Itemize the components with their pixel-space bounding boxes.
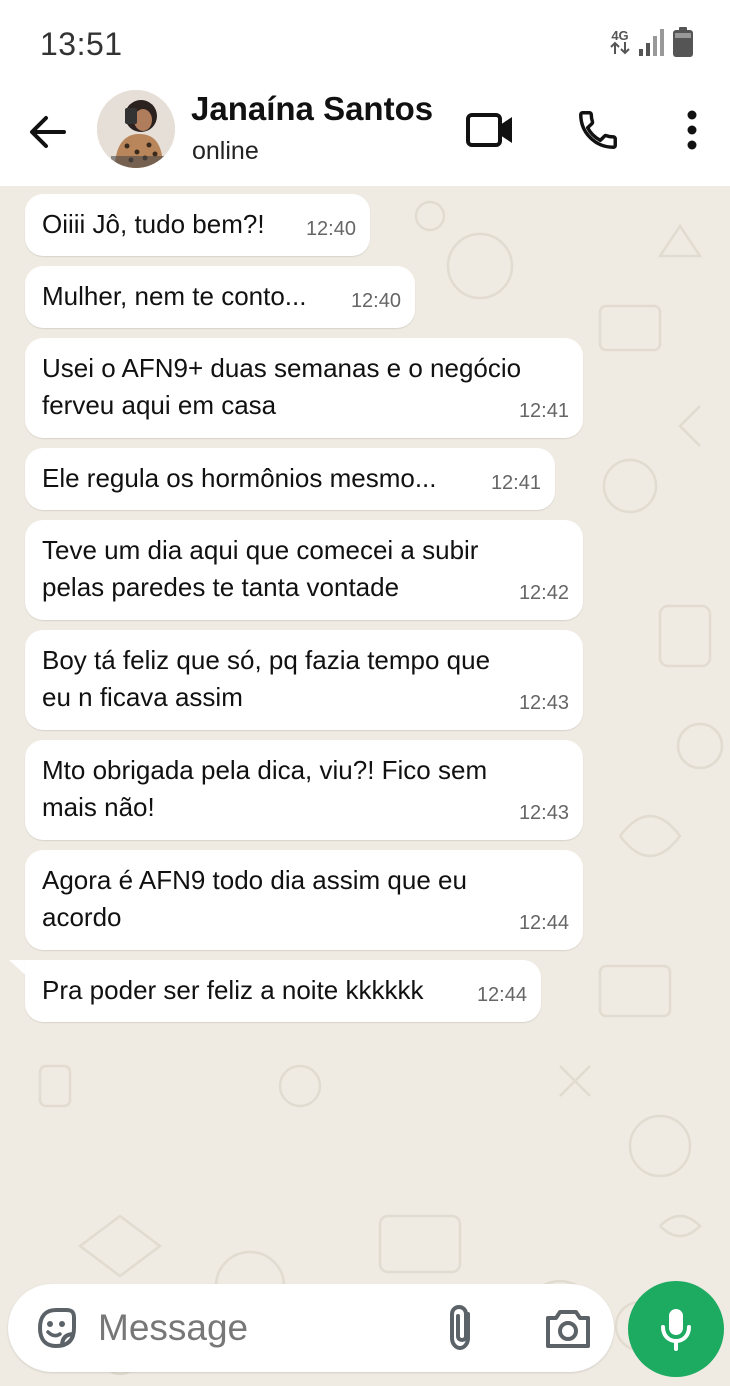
voice-call-button[interactable] bbox=[570, 102, 626, 158]
message-text: Teve um dia aqui que comecei a subir pel… bbox=[42, 535, 479, 602]
message-time: 12:41 bbox=[518, 400, 569, 422]
arrow-left-icon bbox=[30, 116, 66, 148]
chat-header: Janaína Santos online bbox=[0, 86, 730, 186]
message-bubble[interactable]: Usei o AFN9+ duas semanas e o negócio fe… bbox=[25, 338, 583, 438]
network-type-label: 4G bbox=[611, 27, 629, 43]
status-icons: 4G bbox=[610, 26, 694, 58]
message-text: Pra poder ser feliz a noite kkkkkk bbox=[42, 975, 424, 1005]
message-time: 12:40 bbox=[350, 290, 401, 312]
sticker-icon bbox=[37, 1308, 76, 1349]
back-button[interactable] bbox=[24, 108, 72, 156]
message-bubble[interactable]: Boy tá feliz que só, pq fazia tempo que … bbox=[25, 630, 583, 730]
message-time: 12:43 bbox=[518, 802, 569, 824]
message-time: 12:44 bbox=[476, 984, 527, 1006]
network-indicator: 4G bbox=[610, 27, 630, 55]
status-bar: 13:51 4G bbox=[0, 0, 730, 86]
chat-area[interactable]: Oiiii Jô, tudo bem?! 12:40 Mulher, nem t… bbox=[0, 186, 730, 1386]
message-input[interactable] bbox=[98, 1294, 418, 1362]
camera-button[interactable] bbox=[542, 1304, 594, 1352]
message-time: 12:42 bbox=[518, 582, 569, 604]
message-time: 12:40 bbox=[305, 218, 356, 240]
camera-icon bbox=[546, 1310, 590, 1348]
message-bubble[interactable]: Pra poder ser feliz a noite kkkkkk 12:44 bbox=[25, 960, 541, 1022]
sticker-button[interactable] bbox=[32, 1304, 80, 1352]
message-bubble[interactable]: Mulher, nem te conto... 12:40 bbox=[25, 266, 415, 328]
message-bubble[interactable]: Teve um dia aqui que comecei a subir pel… bbox=[25, 520, 583, 620]
more-vert-icon bbox=[687, 110, 697, 150]
message-text: Boy tá feliz que só, pq fazia tempo que … bbox=[42, 645, 491, 712]
phone-icon bbox=[579, 111, 617, 149]
avatar-photo bbox=[97, 90, 175, 168]
battery-icon bbox=[673, 27, 693, 57]
message-bubble[interactable]: Ele regula os hormônios mesmo... 12:41 bbox=[25, 448, 555, 510]
message-time: 12:41 bbox=[490, 472, 541, 494]
message-text: Mto obrigada pela dica, viu?! Fico sem m… bbox=[42, 755, 488, 822]
voice-message-button[interactable] bbox=[628, 1281, 724, 1377]
more-options-button[interactable] bbox=[664, 102, 720, 158]
message-text: Agora é AFN9 todo dia assim que eu acord… bbox=[42, 865, 467, 932]
contact-name[interactable]: Janaína Santos bbox=[191, 90, 433, 128]
signal-icon bbox=[639, 29, 664, 56]
contact-avatar[interactable] bbox=[97, 90, 175, 168]
message-text: Ele regula os hormônios mesmo... bbox=[42, 463, 437, 493]
message-bubble[interactable]: Agora é AFN9 todo dia assim que eu acord… bbox=[25, 850, 583, 950]
data-arrows-icon bbox=[610, 41, 630, 54]
message-time: 12:44 bbox=[518, 912, 569, 934]
status-time: 13:51 bbox=[40, 26, 123, 62]
message-time: 12:43 bbox=[518, 692, 569, 714]
message-text: Mulher, nem te conto... bbox=[42, 281, 307, 311]
attach-button[interactable] bbox=[438, 1302, 486, 1354]
video-call-icon bbox=[466, 113, 512, 147]
paperclip-icon bbox=[450, 1304, 470, 1351]
message-bubble[interactable]: Oiiii Jô, tudo bem?! 12:40 bbox=[25, 194, 370, 256]
contact-status: online bbox=[192, 137, 259, 165]
message-composer bbox=[8, 1284, 614, 1372]
message-text: Usei o AFN9+ duas semanas e o negócio fe… bbox=[42, 353, 522, 420]
video-call-button[interactable] bbox=[462, 102, 518, 158]
message-bubble[interactable]: Mto obrigada pela dica, viu?! Fico sem m… bbox=[25, 740, 583, 840]
microphone-icon bbox=[661, 1309, 691, 1351]
